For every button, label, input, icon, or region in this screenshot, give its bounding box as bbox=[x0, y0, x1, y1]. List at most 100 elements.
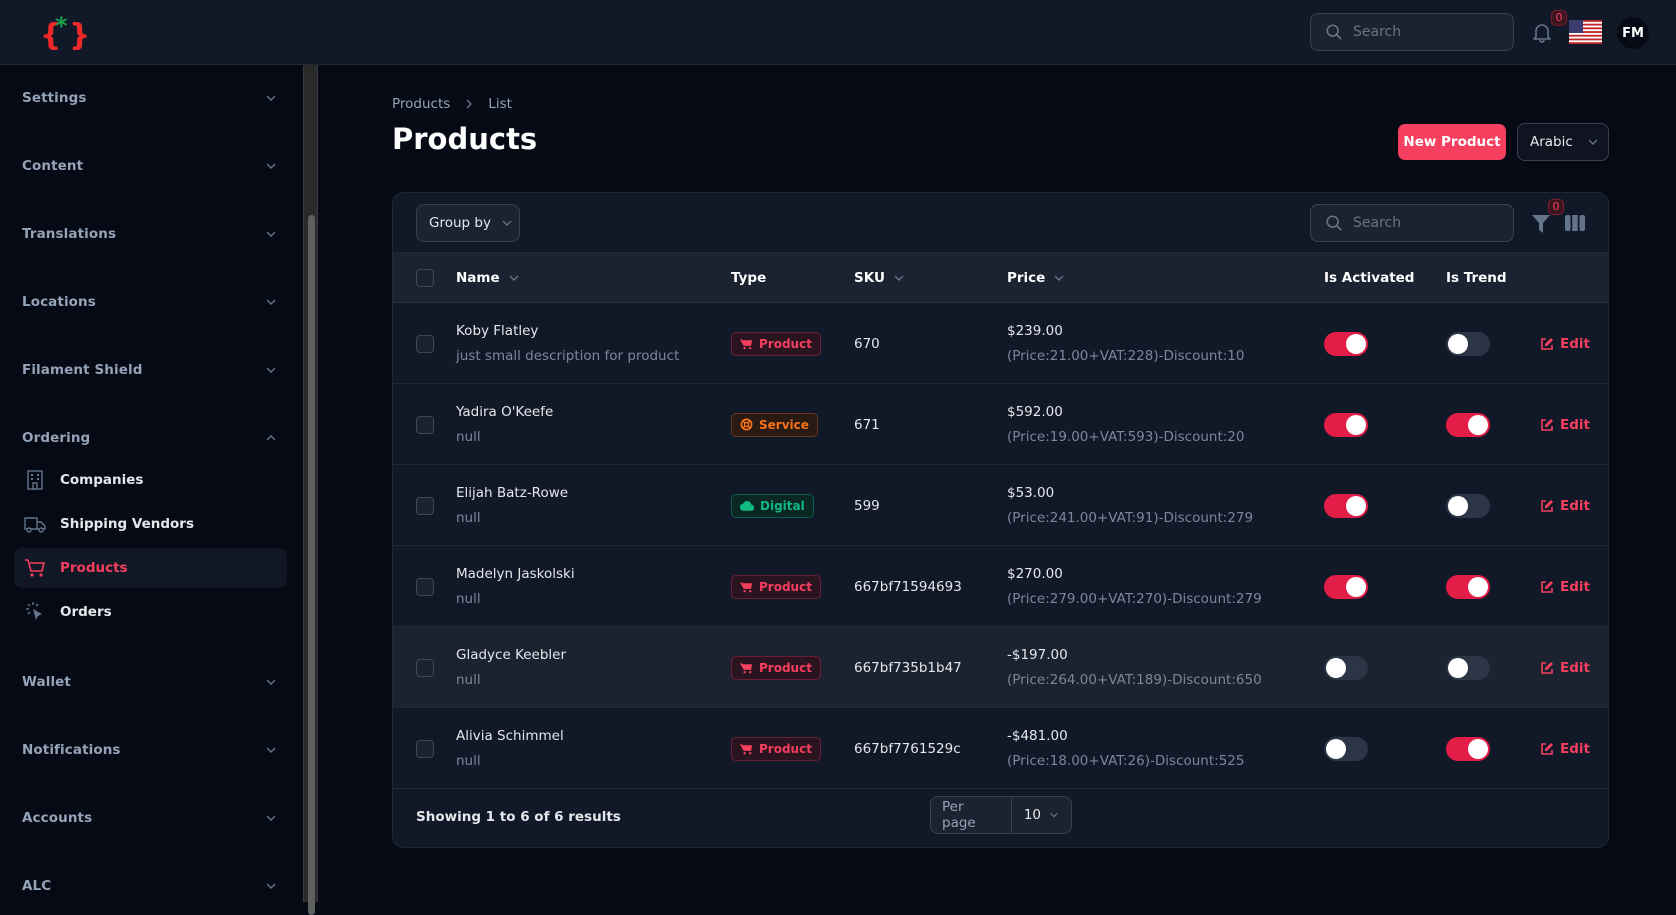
is-activated-toggle[interactable] bbox=[1324, 574, 1368, 599]
edit-button[interactable]: Edit bbox=[1540, 336, 1590, 352]
sidebar-group-accounts[interactable]: Accounts bbox=[22, 807, 277, 829]
sidebar-group-translations[interactable]: Translations bbox=[22, 223, 277, 245]
sidebar-group-content[interactable]: Content bbox=[22, 155, 277, 177]
is-trend-toggle[interactable] bbox=[1446, 493, 1490, 518]
sort-chevron-icon bbox=[509, 275, 519, 281]
table-row[interactable]: Madelyn Jaskolski null Product 667bf7159469… bbox=[393, 546, 1608, 627]
table-row[interactable]: Elijah Batz-Rowe null Digital 599 $53.00 (Pri… bbox=[393, 465, 1608, 546]
row-checkbox[interactable] bbox=[416, 334, 434, 353]
product-name: Koby Flatley bbox=[456, 323, 539, 339]
per-page-number: 10 bbox=[1023, 807, 1041, 823]
column-label: Is Trend bbox=[1446, 270, 1507, 286]
edit-button[interactable]: Edit bbox=[1540, 498, 1590, 514]
is-trend-toggle[interactable] bbox=[1446, 655, 1490, 680]
type-badge: Product bbox=[731, 736, 821, 761]
sidebar-group-alc[interactable]: ALC bbox=[22, 875, 277, 897]
is-trend-toggle[interactable] bbox=[1446, 736, 1490, 761]
column-header-name[interactable]: Name bbox=[456, 253, 520, 303]
is-trend-toggle[interactable] bbox=[1446, 574, 1490, 599]
sidebar-group-filament-shield[interactable]: Filament Shield bbox=[22, 359, 277, 381]
breadcrumb: Products List bbox=[392, 96, 512, 112]
edit-button[interactable]: Edit bbox=[1540, 417, 1590, 433]
sidebar: Settings Content Translations Locations … bbox=[0, 65, 303, 902]
table-search-input[interactable] bbox=[1353, 215, 1493, 231]
sidebar-item-orders[interactable]: Orders bbox=[14, 592, 287, 632]
sidebar-item-companies[interactable]: Companies bbox=[14, 460, 287, 500]
us-flag-icon[interactable] bbox=[1569, 20, 1602, 44]
cart-icon bbox=[25, 559, 45, 577]
table-row[interactable]: Alivia Schimmel null Product 667bf7761529c -… bbox=[393, 708, 1608, 789]
type-cell: Service bbox=[731, 384, 818, 465]
bell-icon[interactable] bbox=[1530, 20, 1554, 44]
filter-icon[interactable] bbox=[1531, 213, 1551, 235]
table-row[interactable]: Koby Flatley just small description for p… bbox=[393, 303, 1608, 384]
new-product-button[interactable]: New Product bbox=[1398, 124, 1506, 160]
sku-cell: 671 bbox=[854, 384, 880, 465]
group-by-label: Group by bbox=[429, 215, 491, 231]
type-label: Product bbox=[759, 579, 812, 594]
is-activated-toggle[interactable] bbox=[1324, 655, 1368, 680]
edit-button[interactable]: Edit bbox=[1540, 660, 1590, 676]
language-select[interactable]: Arabic bbox=[1517, 123, 1609, 161]
is-activated-toggle[interactable] bbox=[1324, 493, 1368, 518]
user-avatar[interactable]: FM bbox=[1617, 17, 1649, 49]
row-checkbox[interactable] bbox=[416, 577, 434, 596]
toggle-knob bbox=[1346, 414, 1366, 435]
edit-label: Edit bbox=[1560, 740, 1590, 757]
column-header-sku[interactable]: SKU bbox=[854, 253, 905, 303]
column-label: Price bbox=[1007, 270, 1046, 286]
is-activated-toggle[interactable] bbox=[1324, 736, 1368, 761]
sku-cell: 667bf7761529c bbox=[854, 708, 961, 789]
sidebar-group-settings[interactable]: Settings bbox=[22, 87, 277, 109]
table-header: Name Type SKU Price Is Activated Is Tren… bbox=[393, 253, 1608, 303]
row-checkbox[interactable] bbox=[416, 415, 434, 434]
svg-text:*: * bbox=[55, 12, 68, 40]
sidebar-item-products[interactable]: Products bbox=[14, 548, 287, 588]
is-activated-toggle[interactable] bbox=[1324, 412, 1368, 437]
price-detail: (Price:279.00+VAT:270)-Discount:279 bbox=[1007, 591, 1262, 607]
toggle-knob bbox=[1448, 657, 1468, 678]
is-trend-toggle[interactable] bbox=[1446, 412, 1490, 437]
global-search-input[interactable] bbox=[1353, 24, 1493, 40]
group-by-button[interactable]: Group by bbox=[416, 204, 520, 242]
edit-button[interactable]: Edit bbox=[1540, 741, 1590, 757]
chevron-down-icon bbox=[266, 163, 276, 169]
column-header-price[interactable]: Price bbox=[1007, 253, 1065, 303]
product-name: Elijah Batz-Rowe bbox=[456, 485, 569, 501]
cart-icon bbox=[740, 581, 753, 592]
price-detail: (Price:241.00+VAT:91)-Discount:279 bbox=[1007, 510, 1254, 526]
row-checkbox[interactable] bbox=[416, 496, 434, 515]
row-checkbox[interactable] bbox=[416, 658, 434, 677]
table-toolbar: Group by 0 bbox=[393, 193, 1608, 253]
per-page-select[interactable]: Per page 10 bbox=[930, 796, 1072, 834]
is-activated-toggle[interactable] bbox=[1324, 331, 1368, 356]
breadcrumb-products[interactable]: Products bbox=[392, 96, 450, 112]
table-footer: Showing 1 to 6 of 6 results Per page 10 bbox=[393, 789, 1608, 847]
lifebuoy-icon bbox=[740, 418, 753, 431]
row-checkbox[interactable] bbox=[416, 739, 434, 758]
sidebar-group-ordering[interactable]: Ordering bbox=[22, 427, 277, 449]
is-trend-toggle[interactable] bbox=[1446, 331, 1490, 356]
sidebar-group-locations[interactable]: Locations bbox=[22, 291, 277, 313]
select-all-checkbox[interactable] bbox=[416, 269, 434, 287]
toggle-knob bbox=[1346, 333, 1366, 354]
edit-button[interactable]: Edit bbox=[1540, 579, 1590, 595]
sidebar-group-wallet[interactable]: Wallet bbox=[22, 671, 277, 693]
logo-icon[interactable]: { } * bbox=[38, 12, 90, 52]
product-name: Yadira O'Keefe bbox=[456, 404, 554, 420]
table-search[interactable] bbox=[1310, 204, 1514, 242]
product-description: null bbox=[456, 591, 481, 607]
sidebar-scrollbar[interactable] bbox=[303, 65, 318, 915]
scrollbar-thumb[interactable] bbox=[308, 215, 315, 915]
sidebar-item-shipping-vendors[interactable]: Shipping Vendors bbox=[14, 504, 287, 544]
table-row[interactable]: Yadira O'Keefe null Service 671 $592.00 (Pric… bbox=[393, 384, 1608, 465]
global-search[interactable] bbox=[1310, 13, 1514, 51]
per-page-value[interactable]: 10 bbox=[1012, 807, 1071, 823]
columns-icon[interactable] bbox=[1565, 214, 1585, 232]
sidebar-group-notifications[interactable]: Notifications bbox=[22, 739, 277, 761]
table-row[interactable]: Gladyce Keebler null Product 667bf735b1b47 -… bbox=[393, 627, 1608, 708]
sidebar-item-label: Companies bbox=[60, 472, 144, 488]
is-activated-cell bbox=[1324, 465, 1368, 546]
price-detail: (Price:18.00+VAT:26)-Discount:525 bbox=[1007, 753, 1245, 769]
truck-icon bbox=[24, 517, 46, 533]
